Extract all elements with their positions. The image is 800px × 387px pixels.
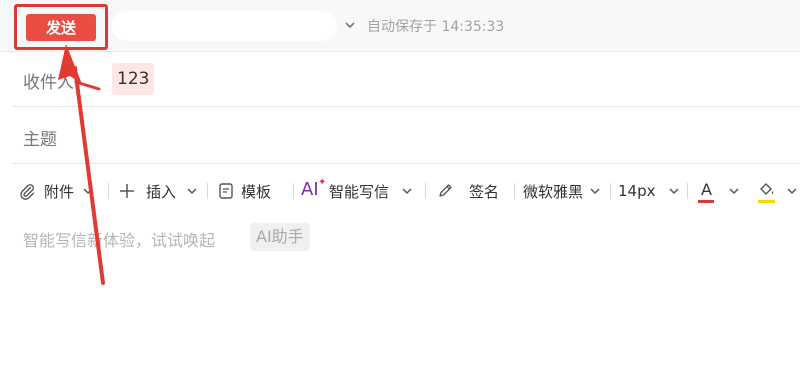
plus-icon [120, 184, 134, 198]
ai-write-button[interactable]: AI ✦ 智能写信 [301, 176, 413, 206]
send-button[interactable]: 发送 [26, 14, 96, 41]
toolbar-separator [293, 183, 294, 199]
ai-write-label: 智能写信 [329, 182, 390, 201]
divider [12, 106, 800, 107]
sender-account-selector[interactable] [112, 11, 337, 41]
template-label: 模板 [241, 182, 272, 201]
text-color-swatch [698, 200, 714, 203]
signature-label: 签名 [469, 182, 500, 201]
template-icon [219, 183, 233, 199]
template-button[interactable]: 模板 [218, 176, 271, 206]
toolbar-separator [514, 183, 515, 199]
highlight-color-button[interactable] [757, 176, 798, 206]
send-button-highlight-box: 发送 [14, 4, 108, 50]
sparkle-icon: ✦ [318, 177, 327, 188]
chevron-down-icon[interactable] [401, 185, 413, 197]
editor-toolbar: 附件 插入 模板 AI ✦ 智能写信 签名 微软雅黑 14px A [0, 176, 800, 206]
font-size-value: 14px [618, 182, 656, 200]
toolbar-separator [425, 183, 426, 199]
insert-label: 插入 [146, 182, 177, 201]
insert-button[interactable]: 插入 [118, 176, 198, 206]
toolbar-separator [687, 183, 688, 199]
chevron-down-icon[interactable] [589, 185, 601, 197]
toolbar-separator [610, 183, 611, 199]
chevron-down-icon[interactable] [668, 185, 680, 197]
attach-button[interactable]: 附件 [18, 176, 94, 206]
subject-field[interactable]: 主题 [23, 125, 57, 150]
message-body-editor[interactable] [0, 212, 800, 387]
text-color-button[interactable]: A [698, 176, 740, 206]
chevron-down-icon[interactable] [728, 185, 740, 197]
compose-topbar: 发送 自动保存于 14:35:33 [0, 0, 800, 52]
ai-logo-icon: AI [301, 179, 319, 200]
highlight-color-swatch [758, 200, 775, 203]
chevron-down-icon[interactable] [786, 185, 798, 197]
chevron-down-icon[interactable] [343, 16, 357, 34]
autosave-status: 自动保存于 14:35:33 [367, 19, 505, 35]
recipient-chip[interactable]: 123 [112, 63, 155, 95]
chevron-down-icon[interactable] [82, 185, 94, 197]
font-family-select[interactable]: 微软雅黑 [523, 176, 601, 206]
font-color-icon: A [701, 180, 712, 199]
highlight-bucket-icon [760, 183, 774, 195]
font-size-select[interactable]: 14px [618, 176, 680, 206]
toolbar-separator [108, 183, 109, 199]
paperclip-icon [20, 184, 35, 200]
divider [12, 163, 800, 164]
pen-icon [439, 184, 452, 197]
chevron-down-icon[interactable] [186, 185, 198, 197]
signature-button[interactable]: 签名 [436, 176, 499, 206]
attach-label: 附件 [44, 182, 75, 201]
font-family-value: 微软雅黑 [523, 182, 584, 201]
recipient-label: 收件人 [23, 73, 74, 93]
toolbar-separator [207, 183, 208, 199]
